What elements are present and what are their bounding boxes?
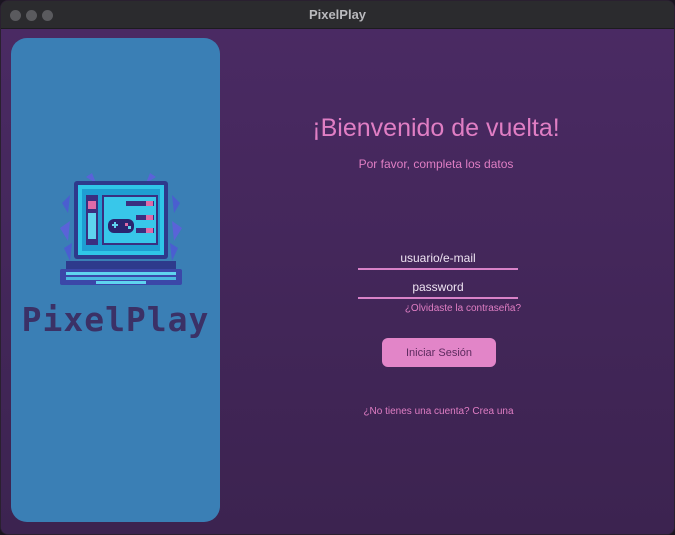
- brand-panel: PixelPlay: [11, 38, 220, 522]
- title-bar[interactable]: PixelPlay: [1, 1, 674, 29]
- main-content: PixelPlay ¡Bienvenido de vuelta! Por fav…: [1, 29, 674, 534]
- window-title: PixelPlay: [308, 7, 367, 22]
- signup-link[interactable]: ¿No tienes una cuenta? Crea una: [331, 406, 546, 417]
- password-field[interactable]: [358, 277, 518, 299]
- welcome-heading: ¡Bienvenido de vuelta!: [312, 114, 560, 142]
- login-button[interactable]: Iniciar Sesión: [382, 338, 496, 367]
- forgot-password-link[interactable]: ¿Olvidaste la contraseña?: [371, 303, 521, 314]
- brand-logo-text: PixelPlay: [21, 300, 210, 339]
- welcome-subheading: Por favor, completa los datos: [358, 157, 514, 171]
- username-field[interactable]: [358, 248, 518, 270]
- retro-computer-logo-icon: [60, 173, 182, 285]
- app-window: PixelPlay PixelPlay ¡Bienvenido de vuelt…: [0, 0, 675, 535]
